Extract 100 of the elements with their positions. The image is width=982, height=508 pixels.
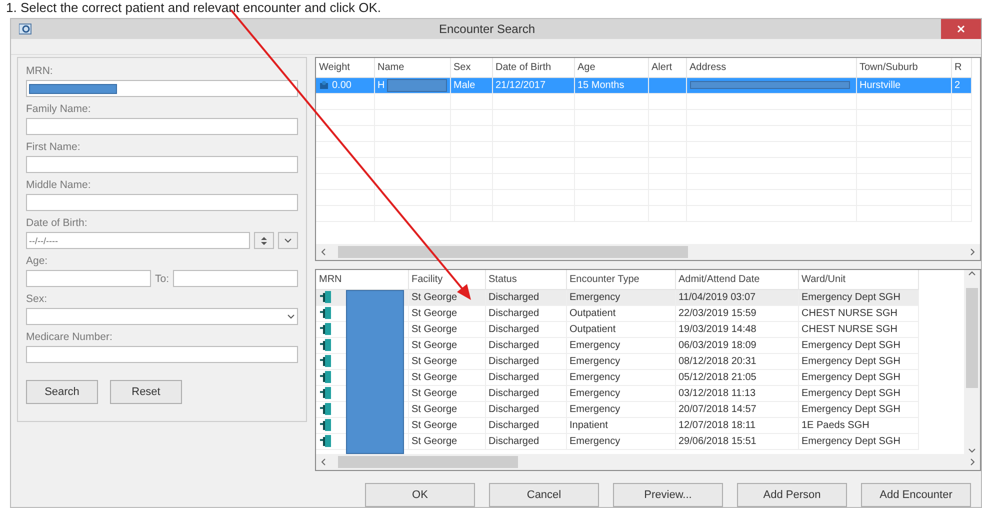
chevron-icon (968, 248, 976, 256)
vertical-scrollbar[interactable] (964, 270, 980, 454)
input-field[interactable] (173, 270, 298, 287)
dropdown-button[interactable] (278, 232, 298, 249)
column-header[interactable]: Encounter Type (566, 270, 675, 289)
field-label: Middle Name: (26, 178, 92, 192)
window-title: Encounter Search (438, 22, 536, 36)
table-cell: St George (408, 385, 485, 401)
column-header[interactable]: Ward/Unit (798, 270, 918, 289)
table-cell: St George (408, 433, 485, 449)
table-cell: 06/03/2019 18:09 (675, 337, 798, 353)
column-header[interactable]: Status (485, 270, 566, 289)
field-label: Age: (26, 254, 49, 268)
field-label: Medicare Number: (26, 330, 114, 344)
patient-icon (319, 80, 329, 90)
chevron-down-icon (287, 314, 295, 319)
field-label: Family Name: (26, 102, 92, 116)
column-header[interactable]: Sex (450, 58, 492, 77)
door-icon (319, 370, 333, 384)
table-cell: Emergency Dept SGH (798, 289, 918, 305)
column-header[interactable]: Name (374, 58, 450, 77)
table-cell: 1E Paeds SGH (798, 417, 918, 433)
chevron-icon (320, 458, 328, 466)
dialog-button[interactable]: Add Person (737, 483, 847, 507)
search-button[interactable]: Search (26, 380, 98, 404)
table-cell: St George (408, 305, 485, 321)
close-icon (957, 25, 965, 33)
input-field[interactable] (26, 80, 298, 97)
reset-button[interactable]: Reset (110, 380, 182, 404)
door-icon (319, 290, 333, 304)
dialog-button[interactable]: Add Encounter (861, 483, 971, 507)
table-cell: Inpatient (566, 417, 675, 433)
dialog-button[interactable]: Preview... (613, 483, 723, 507)
column-header[interactable]: Alert (648, 58, 686, 77)
horizontal-scrollbar[interactable] (316, 454, 980, 470)
table-cell: 20/07/2018 14:57 (675, 401, 798, 417)
table-cell: Emergency Dept SGH (798, 385, 918, 401)
field-label: To: (155, 272, 170, 286)
column-header[interactable]: Weight (316, 58, 374, 77)
table-cell: 0.00 (332, 80, 352, 90)
up-down-icon (260, 236, 268, 246)
table-cell: CHEST NURSE SGH (798, 305, 918, 321)
table-cell: Discharged (485, 369, 566, 385)
column-header[interactable]: Age (574, 58, 648, 77)
door-icon (319, 322, 333, 336)
table-cell: CHEST NURSE SGH (798, 321, 918, 337)
column-header[interactable]: MRN (316, 270, 408, 289)
table-cell: Discharged (485, 417, 566, 433)
input-field[interactable] (26, 346, 298, 363)
table-cell: 11/04/2019 03:07 (675, 289, 798, 305)
column-header[interactable]: Facility (408, 270, 485, 289)
table-cell: Male (450, 77, 492, 93)
column-header[interactable]: Address (686, 58, 856, 77)
table-cell: 05/12/2018 21:05 (675, 369, 798, 385)
table-cell: 19/03/2019 14:48 (675, 321, 798, 337)
input-field[interactable] (26, 270, 151, 287)
table-cell: Emergency (566, 289, 675, 305)
dialog-button[interactable]: Cancel (489, 483, 599, 507)
table-cell: Emergency (566, 369, 675, 385)
table-cell: St George (408, 337, 485, 353)
horizontal-scrollbar[interactable] (316, 244, 980, 260)
table-cell: Hurstville (856, 77, 951, 93)
door-icon (319, 402, 333, 416)
table-cell: Emergency Dept SGH (798, 353, 918, 369)
table-cell: Discharged (485, 385, 566, 401)
select-field[interactable] (26, 308, 298, 325)
table-cell: Outpatient (566, 321, 675, 337)
table-cell: Emergency (566, 401, 675, 417)
door-icon (319, 418, 333, 432)
table-cell: Discharged (485, 321, 566, 337)
field-label: First Name: (26, 140, 82, 154)
chevron-down-icon (284, 238, 292, 243)
door-icon (319, 386, 333, 400)
table-cell: 12/07/2018 18:11 (675, 417, 798, 433)
door-icon (319, 338, 333, 352)
input-field[interactable] (26, 194, 298, 211)
input-field[interactable] (26, 156, 298, 173)
table-cell: St George (408, 369, 485, 385)
column-header[interactable]: Admit/Attend Date (675, 270, 798, 289)
input-field[interactable] (26, 118, 298, 135)
spin-button[interactable] (254, 232, 274, 249)
table-cell: Outpatient (566, 305, 675, 321)
chevron-icon (320, 248, 328, 256)
door-icon (319, 354, 333, 368)
search-window-icon (19, 23, 33, 35)
table-cell: Discharged (485, 353, 566, 369)
table-cell: Emergency (566, 385, 675, 401)
table-cell: 08/12/2018 20:31 (675, 353, 798, 369)
table-cell: St George (408, 321, 485, 337)
column-header[interactable]: Town/Suburb (856, 58, 951, 77)
date-field[interactable]: --/--/---- (26, 232, 250, 249)
table-cell: 03/12/2018 11:13 (675, 385, 798, 401)
table-cell: 22/03/2019 15:59 (675, 305, 798, 321)
column-header[interactable]: Date of Birth (492, 58, 574, 77)
column-header[interactable]: R (951, 58, 971, 77)
close-button[interactable] (941, 19, 981, 39)
field-label: Date of Birth: (26, 216, 88, 230)
table-cell: Emergency Dept SGH (798, 369, 918, 385)
dialog-button[interactable]: OK (365, 483, 475, 507)
field-label: MRN: (26, 64, 54, 78)
